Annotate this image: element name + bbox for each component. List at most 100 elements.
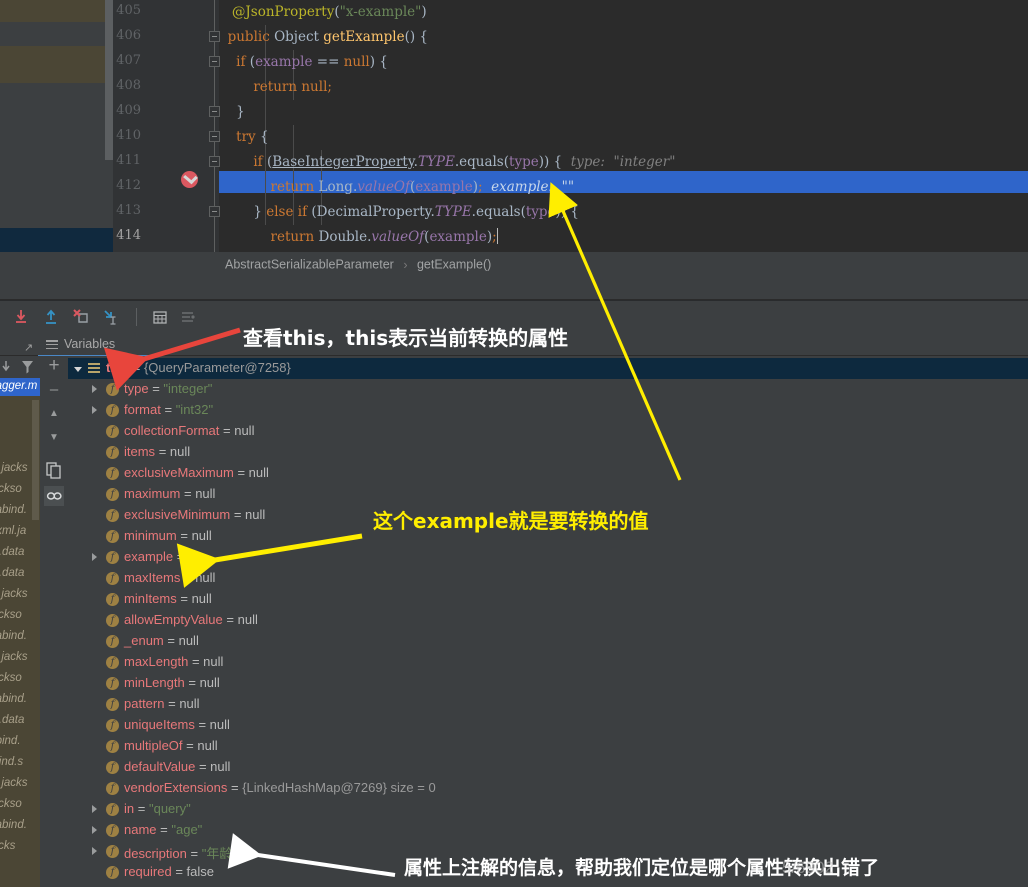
step-over-icon[interactable] — [11, 307, 31, 327]
list-item[interactable]: erxml.ja — [0, 525, 26, 537]
list-item[interactable]: ml.jacks — [0, 462, 28, 474]
code-text[interactable]: @JsonProperty("x-example") public Object… — [219, 0, 1028, 252]
breakpoint-verified-icon[interactable] — [181, 170, 198, 188]
chevron-right-icon[interactable] — [91, 805, 100, 814]
table-row[interactable]: f format = "int32" — [68, 400, 1028, 421]
variable-name: format — [124, 402, 161, 417]
variables-tab-icon — [46, 340, 58, 350]
variable-value: null — [179, 696, 200, 711]
chevron-right-icon[interactable] — [91, 553, 100, 562]
table-row[interactable]: f in = "query" — [68, 799, 1028, 820]
list-item[interactable]: ml.jacks — [0, 588, 28, 600]
chevron-right-icon[interactable] — [91, 826, 100, 835]
variable-value: null — [197, 738, 218, 753]
equals-sign: = — [183, 570, 192, 585]
table-row[interactable]: f _enum = null — [68, 631, 1028, 652]
variable-name: maxItems — [124, 570, 181, 585]
table-row[interactable]: f defaultValue = null — [68, 757, 1028, 778]
list-item[interactable]: .jackso — [0, 672, 22, 684]
code-editor[interactable]: 405 406 407 408 409 410 411 412 413 414 … — [0, 0, 1028, 252]
table-row[interactable]: f type = "integer" — [68, 379, 1028, 400]
ide-screenshot: 405 406 407 408 409 410 411 412 413 414 … — [0, 0, 1028, 887]
frames-toolbar[interactable] — [0, 356, 40, 378]
table-row[interactable]: f collectionFormat = null — [68, 421, 1028, 442]
table-row[interactable]: f minLength = null — [68, 673, 1028, 694]
list-item[interactable]: atabind. — [0, 693, 27, 705]
table-row[interactable]: f example = "" — [68, 547, 1028, 568]
equals-sign: = — [176, 549, 185, 564]
list-item[interactable]: .jacks — [0, 840, 15, 852]
force-step-into-icon[interactable] — [71, 307, 91, 327]
list-item[interactable]: abind.s — [0, 756, 23, 768]
list-item[interactable]: tabind. — [0, 735, 21, 747]
chevron-down-icon[interactable] — [74, 365, 83, 374]
table-row[interactable]: f maximum = null — [68, 484, 1028, 505]
list-item[interactable]: atabind. — [0, 504, 27, 516]
list-item[interactable]: .jackso — [0, 609, 22, 621]
table-row[interactable]: f minItems = null — [68, 589, 1028, 610]
chevron-right-icon[interactable] — [91, 385, 100, 394]
list-item[interactable]: on.data — [0, 714, 24, 726]
table-row[interactable]: f multipleOf = null — [68, 736, 1028, 757]
variable-name: maxLength — [124, 654, 189, 669]
field-icon: f — [106, 509, 119, 522]
frames-panel[interactable]: ...agger.m t) ml.jacks .jackso atabind. … — [0, 356, 40, 887]
variable-value: null — [199, 675, 220, 690]
list-item[interactable]: ...agger.m — [0, 380, 37, 392]
table-row[interactable]: f maxLength = null — [68, 652, 1028, 673]
table-row[interactable]: f uniqueItems = null — [68, 715, 1028, 736]
frames-list[interactable]: ...agger.m t) ml.jacks .jackso atabind. … — [0, 378, 40, 887]
field-icon: f — [106, 761, 119, 774]
panel-splitter[interactable] — [0, 279, 1028, 300]
move-down-icon[interactable]: ▼ — [44, 428, 64, 448]
variable-name: defaultValue — [124, 759, 196, 774]
restore-layout-icon[interactable]: ↗ — [24, 341, 33, 354]
copy-value-icon[interactable] — [44, 460, 64, 480]
variable-name: _enum — [124, 633, 164, 648]
move-up-icon[interactable]: ▲ — [44, 404, 64, 424]
remove-watch-icon[interactable]: – — [44, 380, 64, 400]
table-row[interactable]: f exclusiveMaximum = null — [68, 463, 1028, 484]
inspect-icon[interactable] — [44, 486, 64, 506]
variable-value: "" — [187, 549, 198, 564]
table-row[interactable]: f pattern = null — [68, 694, 1028, 715]
variable-name: type — [124, 381, 149, 396]
tab-variables[interactable]: Variables — [64, 337, 115, 351]
annotation-text-example: 这个example就是要转换的值 — [373, 509, 649, 533]
evaluate-expression-icon[interactable] — [150, 307, 170, 327]
breadcrumb-class[interactable]: AbstractSerializableParameter — [225, 258, 394, 272]
table-row[interactable]: f maxItems = null — [68, 568, 1028, 589]
variable-name: minLength — [124, 675, 185, 690]
field-icon: f — [106, 656, 119, 669]
list-item[interactable]: .jackso — [0, 798, 22, 810]
field-icon: f — [106, 677, 119, 690]
step-out-icon[interactable] — [101, 307, 121, 327]
chevron-right-icon[interactable] — [91, 406, 100, 415]
editor-gutter[interactable]: 405 406 407 408 409 410 411 412 413 414 — [113, 0, 332, 252]
list-item[interactable]: atabind. — [0, 819, 27, 831]
table-row[interactable]: f allowEmptyValue = null — [68, 610, 1028, 631]
list-item[interactable]: on.data — [0, 567, 24, 579]
list-item[interactable]: .jackso — [0, 483, 22, 495]
chevron-right-icon[interactable] — [91, 847, 100, 856]
list-item[interactable]: ml.jacks — [0, 777, 28, 789]
equals-sign: = — [186, 738, 194, 753]
step-into-icon[interactable] — [41, 307, 61, 327]
table-row[interactable]: this = {QueryParameter@7258} — [68, 358, 1028, 379]
settings-list-icon[interactable] — [178, 307, 198, 327]
list-item[interactable]: on.data — [0, 546, 24, 558]
list-item[interactable]: atabind. — [0, 630, 27, 642]
table-row[interactable]: f vendorExtensions = {LinkedHashMap@7269}… — [68, 778, 1028, 799]
table-row[interactable]: f items = null — [68, 442, 1028, 463]
breadcrumb[interactable]: AbstractSerializableParameter › getExamp… — [0, 252, 1028, 279]
table-row[interactable]: f name = "age" — [68, 820, 1028, 841]
variables-vertical-toolbar[interactable]: + – ▲ ▼ — [40, 356, 68, 887]
frames-scrollbar[interactable] — [32, 400, 39, 520]
left-strip-band-1 — [0, 0, 113, 22]
variables-tree[interactable]: this = {QueryParameter@7258} f type = "in… — [68, 356, 1028, 887]
breadcrumb-method[interactable]: getExample() — [417, 258, 491, 272]
left-tool-window-sliver — [0, 0, 113, 252]
add-watch-icon[interactable]: + — [44, 356, 64, 376]
list-item[interactable]: ml.jacks — [0, 651, 28, 663]
variable-value: "年龄" — [201, 846, 237, 861]
